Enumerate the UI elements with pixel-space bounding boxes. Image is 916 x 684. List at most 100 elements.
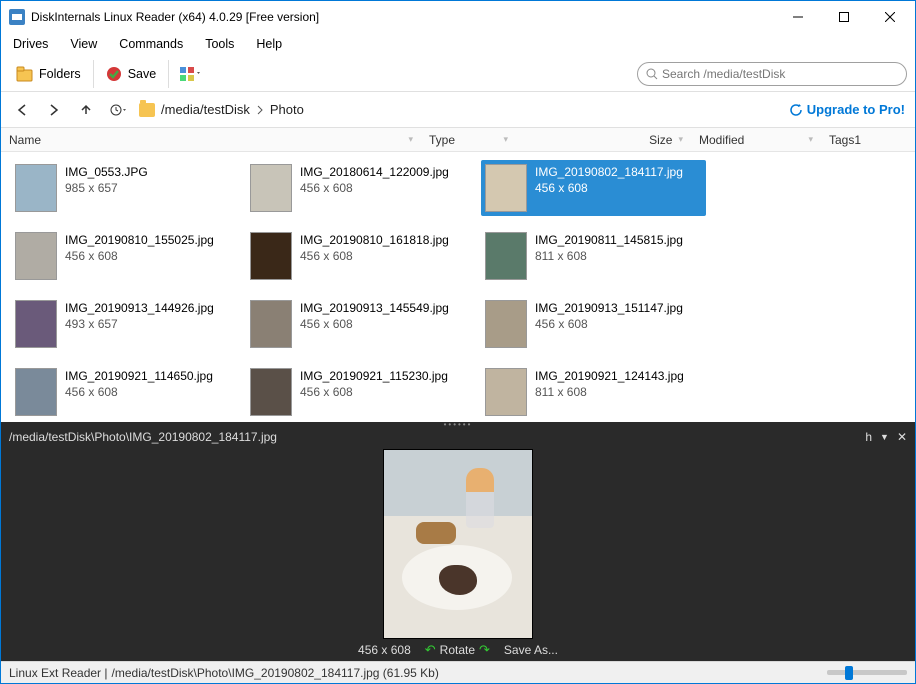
file-dimensions: 985 x 657 (65, 180, 148, 196)
file-dimensions: 493 x 657 (65, 316, 214, 332)
col-type[interactable]: Type▾ (421, 133, 516, 147)
menu-help[interactable]: Help (254, 35, 284, 53)
status-reader: Linux Ext Reader | (9, 666, 108, 680)
file-name: IMG_20190913_145549.jpg (300, 300, 449, 316)
preview-image (383, 449, 533, 639)
file-name: IMG_20190913_144926.jpg (65, 300, 214, 316)
upgrade-link[interactable]: Upgrade to Pro! (789, 102, 905, 117)
col-modified[interactable]: Modified▾ (691, 133, 821, 147)
file-item[interactable]: IMG_20190802_184117.jpg456 x 608 (481, 160, 706, 216)
forward-button[interactable] (43, 99, 65, 121)
file-item[interactable]: IMG_20190913_145549.jpg456 x 608 (246, 296, 471, 352)
preview-dimensions: 456 x 608 (358, 643, 411, 657)
menubar: Drives View Commands Tools Help (1, 32, 915, 56)
folders-button[interactable]: Folders (9, 62, 87, 86)
file-dimensions: 811 x 608 (535, 248, 683, 264)
file-item[interactable]: IMG_20190921_115230.jpg456 x 608 (246, 364, 471, 420)
col-name[interactable]: Name▾ (1, 133, 421, 147)
save-button[interactable]: Save (98, 62, 163, 86)
folder-icon (139, 103, 155, 117)
filter-icon[interactable]: ▾ (808, 134, 813, 145)
file-name: IMG_20190921_115230.jpg (300, 368, 448, 384)
file-dimensions: 456 x 608 (65, 384, 213, 400)
menu-view[interactable]: View (68, 35, 99, 53)
filter-icon[interactable]: ▾ (408, 134, 413, 145)
thumbnail (250, 368, 292, 416)
maximize-button[interactable] (821, 2, 867, 32)
thumbnail (485, 164, 527, 212)
back-button[interactable] (11, 99, 33, 121)
preview-close-icon[interactable]: ✕ (897, 430, 907, 444)
thumbnail (15, 164, 57, 212)
refresh-icon (789, 103, 803, 117)
save-as-button[interactable]: Save As... (504, 643, 558, 657)
file-dimensions: 811 x 608 (535, 384, 684, 400)
breadcrumb[interactable]: /media/testDisk Photo (139, 102, 304, 117)
file-item[interactable]: IMG_20190921_124143.jpg811 x 608 (481, 364, 706, 420)
file-name: IMG_20190810_161818.jpg (300, 232, 449, 248)
breadcrumb-seg1[interactable]: /media/testDisk (161, 102, 250, 117)
thumbnail (250, 164, 292, 212)
thumbnail (485, 300, 527, 348)
menu-tools[interactable]: Tools (203, 35, 236, 53)
history-button[interactable] (107, 99, 129, 121)
file-item[interactable]: IMG_20190913_151147.jpg456 x 608 (481, 296, 706, 352)
file-item[interactable]: IMG_20190921_114650.jpg456 x 608 (11, 364, 236, 420)
file-grid: IMG_0553.JPG985 x 657IMG_20180614_122009… (1, 152, 915, 422)
thumbnail (485, 368, 527, 416)
file-item[interactable]: IMG_0553.JPG985 x 657 (11, 160, 236, 216)
file-name: IMG_0553.JPG (65, 164, 148, 180)
statusbar: Linux Ext Reader | /media/testDisk\Photo… (1, 661, 915, 683)
file-item[interactable]: IMG_20190810_161818.jpg456 x 608 (246, 228, 471, 284)
up-button[interactable] (75, 99, 97, 121)
search-icon (646, 68, 658, 80)
filter-icon[interactable]: ▾ (503, 134, 508, 145)
menu-commands[interactable]: Commands (117, 35, 185, 53)
rotate-left-icon: ↶ (425, 642, 436, 658)
search-placeholder: Search /media/testDisk (662, 67, 785, 81)
close-button[interactable] (867, 2, 913, 32)
toolbar: Folders Save Search /media/testDisk (1, 56, 915, 92)
file-dimensions: 456 x 608 (535, 316, 683, 332)
search-box[interactable]: Search /media/testDisk (637, 62, 907, 86)
status-path: /media/testDisk\Photo\IMG_20190802_18411… (112, 666, 439, 680)
file-name: IMG_20190811_145815.jpg (535, 232, 683, 248)
app-icon (9, 9, 25, 25)
file-item[interactable]: IMG_20180614_122009.jpg456 x 608 (246, 160, 471, 216)
window-title: DiskInternals Linux Reader (x64) 4.0.29 … (31, 10, 775, 24)
minimize-button[interactable] (775, 2, 821, 32)
chevron-right-icon (256, 105, 264, 115)
tiles-icon (179, 66, 201, 82)
preview-menu[interactable]: h (865, 430, 872, 444)
filter-icon[interactable]: ▾ (678, 134, 683, 145)
rotate-button[interactable]: ↶Rotate↷ (425, 642, 490, 658)
file-name: IMG_20190921_114650.jpg (65, 368, 213, 384)
thumbnail (15, 300, 57, 348)
rotate-right-icon: ↷ (479, 642, 490, 658)
file-dimensions: 456 x 608 (535, 180, 683, 196)
thumbnail (15, 368, 57, 416)
file-name: IMG_20190921_124143.jpg (535, 368, 684, 384)
thumbnail (15, 232, 57, 280)
folders-icon (15, 65, 35, 83)
col-tags[interactable]: Tags1 (821, 133, 915, 147)
file-dimensions: 456 x 608 (65, 248, 214, 264)
col-size[interactable]: Size▾ (516, 133, 691, 147)
view-mode-button[interactable] (173, 63, 207, 85)
file-dimensions: 456 x 608 (300, 316, 449, 332)
preview-path: /media/testDisk\Photo\IMG_20190802_18411… (9, 430, 277, 444)
titlebar: DiskInternals Linux Reader (x64) 4.0.29 … (1, 1, 915, 32)
file-item[interactable]: IMG_20190913_144926.jpg493 x 657 (11, 296, 236, 352)
zoom-slider[interactable] (827, 670, 907, 675)
file-item[interactable]: IMG_20190811_145815.jpg811 x 608 (481, 228, 706, 284)
thumbnail (485, 232, 527, 280)
file-item[interactable]: IMG_20190810_155025.jpg456 x 608 (11, 228, 236, 284)
preview-dropdown-icon[interactable]: ▼ (880, 432, 889, 442)
breadcrumb-seg2[interactable]: Photo (270, 102, 304, 117)
file-name: IMG_20180614_122009.jpg (300, 164, 449, 180)
file-name: IMG_20190810_155025.jpg (65, 232, 214, 248)
file-name: IMG_20190913_151147.jpg (535, 300, 683, 316)
navbar: /media/testDisk Photo Upgrade to Pro! (1, 92, 915, 128)
menu-drives[interactable]: Drives (11, 35, 50, 53)
save-icon (104, 65, 124, 83)
